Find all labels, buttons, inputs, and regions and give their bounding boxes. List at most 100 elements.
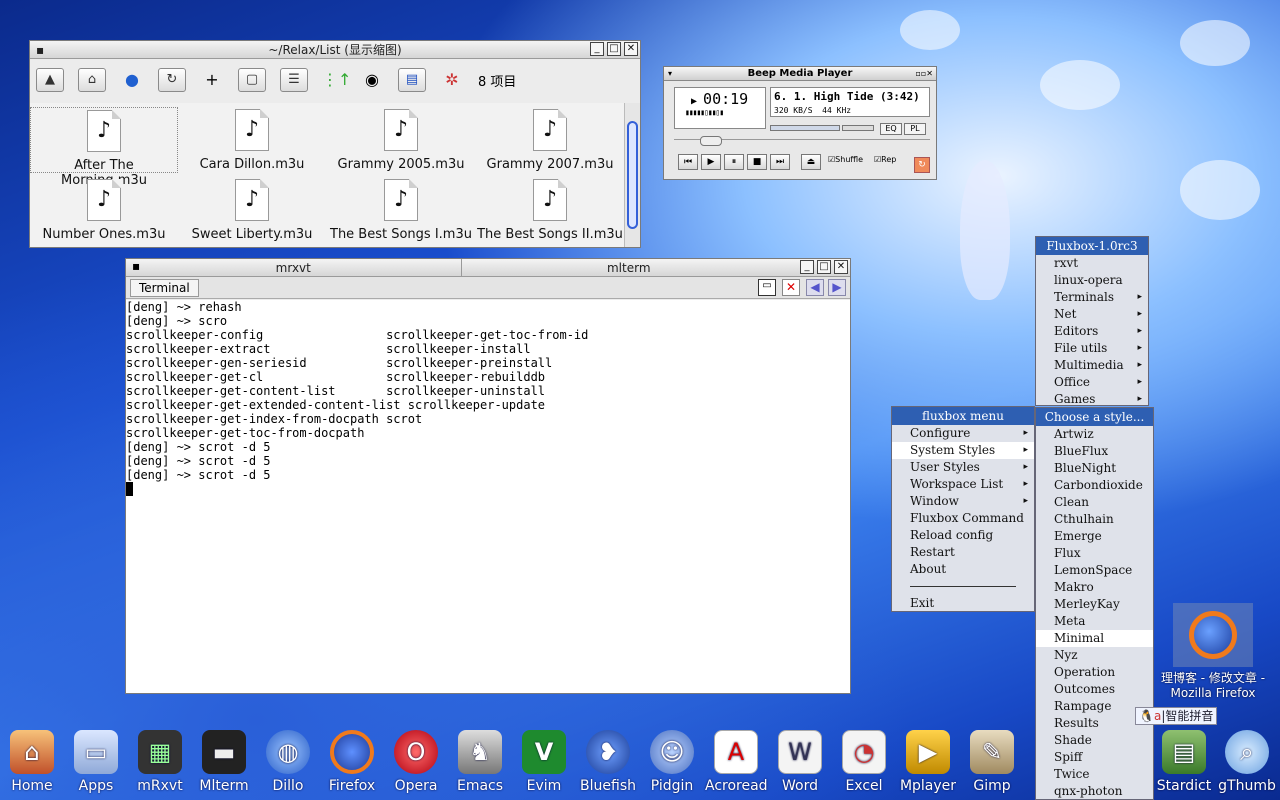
menu-item-configure[interactable]: Configure [892, 425, 1034, 442]
previous-button[interactable]: ⏮ [678, 154, 698, 170]
menu-item-window[interactable]: Window [892, 493, 1034, 510]
style-item[interactable]: BlueFlux [1036, 443, 1153, 460]
volume-slider[interactable] [770, 125, 840, 131]
menu-item-fluxbox-command[interactable]: Fluxbox Command [892, 510, 1034, 527]
firefox-iconified-window[interactable]: 理博客 - 修改文章 - Mozilla Firefox [1154, 603, 1272, 700]
menu-item-terminals[interactable]: Terminals [1036, 289, 1148, 306]
menu-item-workspace-list[interactable]: Workspace List [892, 476, 1034, 493]
repeat-toggle[interactable]: ☑Rep [874, 155, 896, 164]
dock-bluefish[interactable]: ❥ Bluefish [577, 730, 639, 794]
window-buttons[interactable]: ▫▫✕ [915, 67, 933, 81]
menu-item-file-utils[interactable]: File utils [1036, 340, 1148, 357]
eye-icon[interactable]: ◉ [360, 68, 384, 92]
style-item-selected[interactable]: Minimal [1036, 630, 1153, 647]
new-tab-icon[interactable]: ▭ [758, 279, 776, 296]
file-item[interactable]: ♪ The Best Songs I.m3u [327, 179, 475, 242]
dock-stardict[interactable]: ▤ Stardict [1153, 730, 1215, 794]
refresh-button[interactable]: ↻ [158, 68, 186, 92]
style-item[interactable]: Nyz [1036, 647, 1153, 664]
dock-emacs[interactable]: ♞ Emacs [449, 730, 511, 794]
menu-item-system-styles[interactable]: System Styles [892, 442, 1034, 459]
style-item[interactable]: Flux [1036, 545, 1153, 562]
style-item[interactable]: MerleyKay [1036, 596, 1153, 613]
dock-mrxvt[interactable]: ▦ mRxvt [129, 730, 191, 794]
window-menu-icon[interactable]: ▪ [36, 41, 44, 59]
style-item[interactable]: Cthulhain [1036, 511, 1153, 528]
scrollbar-thumb[interactable] [627, 121, 638, 229]
terminal-tab-label[interactable]: Terminal [130, 279, 199, 297]
close-tab-icon[interactable]: ✕ [782, 279, 800, 296]
tab-mrxvt[interactable]: mrxvt [126, 259, 462, 276]
style-item[interactable]: Carbondioxide [1036, 477, 1153, 494]
play-button[interactable]: ▶ [701, 154, 721, 170]
dock-opera[interactable]: O Opera [385, 730, 447, 794]
dock-mplayer[interactable]: ▶ Mplayer [897, 730, 959, 794]
style-item[interactable]: Emerge [1036, 528, 1153, 545]
input-method-indicator[interactable]: 🐧a|智能拼音 [1135, 707, 1218, 725]
dock-gimp[interactable]: ✎ Gimp [961, 730, 1023, 794]
file-item[interactable]: ♪ The Best Songs II.m3u [476, 179, 624, 242]
dock-word[interactable]: W Word [769, 730, 831, 794]
details-view-button[interactable]: ▤ [398, 68, 426, 92]
style-item[interactable]: Makro [1036, 579, 1153, 596]
maximize-button[interactable]: □ [607, 42, 621, 56]
file-manager-titlebar[interactable]: ▪ ~/Relax/List (显示缩图) _ □ ✕ [30, 41, 640, 59]
menu-item-restart[interactable]: Restart [892, 544, 1034, 561]
menu-item-linux-opera[interactable]: linux-opera [1036, 272, 1148, 289]
menu-item-editors[interactable]: Editors [1036, 323, 1148, 340]
dock-dillo[interactable]: ◍ Dillo [257, 730, 319, 794]
terminal-titlebar[interactable]: ▪ mrxvt mlterm _ □ ✕ [126, 259, 850, 277]
window-button[interactable]: ▢ [238, 68, 266, 92]
playlist-button[interactable]: PL [904, 123, 926, 135]
terminal-output[interactable]: [deng] ~> rehash [deng] ~> scro scrollke… [126, 300, 850, 693]
style-item[interactable]: Meta [1036, 613, 1153, 630]
dock-gthumb[interactable]: ⌕ gThumb [1216, 730, 1278, 794]
dock-apps[interactable]: ▭ Apps [65, 730, 127, 794]
menu-item-office[interactable]: Office [1036, 374, 1148, 391]
sort-icon[interactable]: ⋮↑ [322, 68, 351, 92]
file-item[interactable]: ♪ Sweet Liberty.m3u [178, 179, 326, 242]
balance-slider[interactable] [842, 125, 874, 131]
tab-mlterm[interactable]: mlterm [462, 259, 851, 276]
style-item[interactable]: Outcomes [1036, 681, 1153, 698]
dock-pidgin[interactable]: ☺ Pidgin [641, 730, 703, 794]
dock-evim[interactable]: V Evim [513, 730, 575, 794]
globe-icon[interactable]: ● [120, 68, 144, 92]
maximize-button[interactable]: □ [817, 260, 831, 274]
pause-button[interactable]: ⏸ [724, 154, 744, 170]
style-item[interactable]: LemonSpace [1036, 562, 1153, 579]
menu-item-rxvt[interactable]: rxvt [1036, 255, 1148, 272]
style-item[interactable]: Operation [1036, 664, 1153, 681]
dock-home[interactable]: ⌂ Home [1, 730, 63, 794]
menu-item-user-styles[interactable]: User Styles [892, 459, 1034, 476]
close-button[interactable]: ✕ [834, 260, 848, 274]
next-button[interactable]: ⏭ [770, 154, 790, 170]
menu-item-about[interactable]: About [892, 561, 1034, 578]
dock-acroread[interactable]: A Acroread [705, 730, 768, 794]
close-icon[interactable]: ↻ [914, 157, 930, 173]
home-button[interactable]: ⌂ [78, 68, 106, 92]
file-item[interactable]: ♪ Grammy 2005.m3u [327, 109, 475, 172]
help-icon[interactable]: ✲ [440, 68, 464, 92]
list-view-button[interactable]: ☰ [280, 68, 308, 92]
stop-button[interactable]: ■ [747, 154, 767, 170]
menu-item-exit[interactable]: Exit [892, 595, 1034, 612]
file-item[interactable]: ♪ After The Morning.m3u [30, 107, 178, 188]
shuffle-toggle[interactable]: ☑Shuffle [828, 155, 863, 164]
minimize-button[interactable]: _ [800, 260, 814, 274]
menu-icon[interactable]: ▾ [668, 67, 672, 81]
eject-button[interactable]: ⏏ [800, 154, 821, 170]
menu-item-multimedia[interactable]: Multimedia [1036, 357, 1148, 374]
dock-mlterm[interactable]: ▬ Mlterm [193, 730, 255, 794]
menu-item-games[interactable]: Games [1036, 391, 1148, 408]
window-menu-icon[interactable]: ▪ [132, 259, 140, 273]
file-item[interactable]: ♪ Cara Dillon.m3u [178, 109, 326, 172]
dock-excel[interactable]: ◔ Excel [833, 730, 895, 794]
style-item[interactable]: Clean [1036, 494, 1153, 511]
seek-slider[interactable] [674, 136, 930, 146]
up-button[interactable]: ▲ [36, 68, 64, 92]
prev-tab-icon[interactable]: ◀ [806, 279, 824, 296]
file-item[interactable]: ♪ Grammy 2007.m3u [476, 109, 624, 172]
menu-item-net[interactable]: Net [1036, 306, 1148, 323]
menu-item-reload-config[interactable]: Reload config [892, 527, 1034, 544]
